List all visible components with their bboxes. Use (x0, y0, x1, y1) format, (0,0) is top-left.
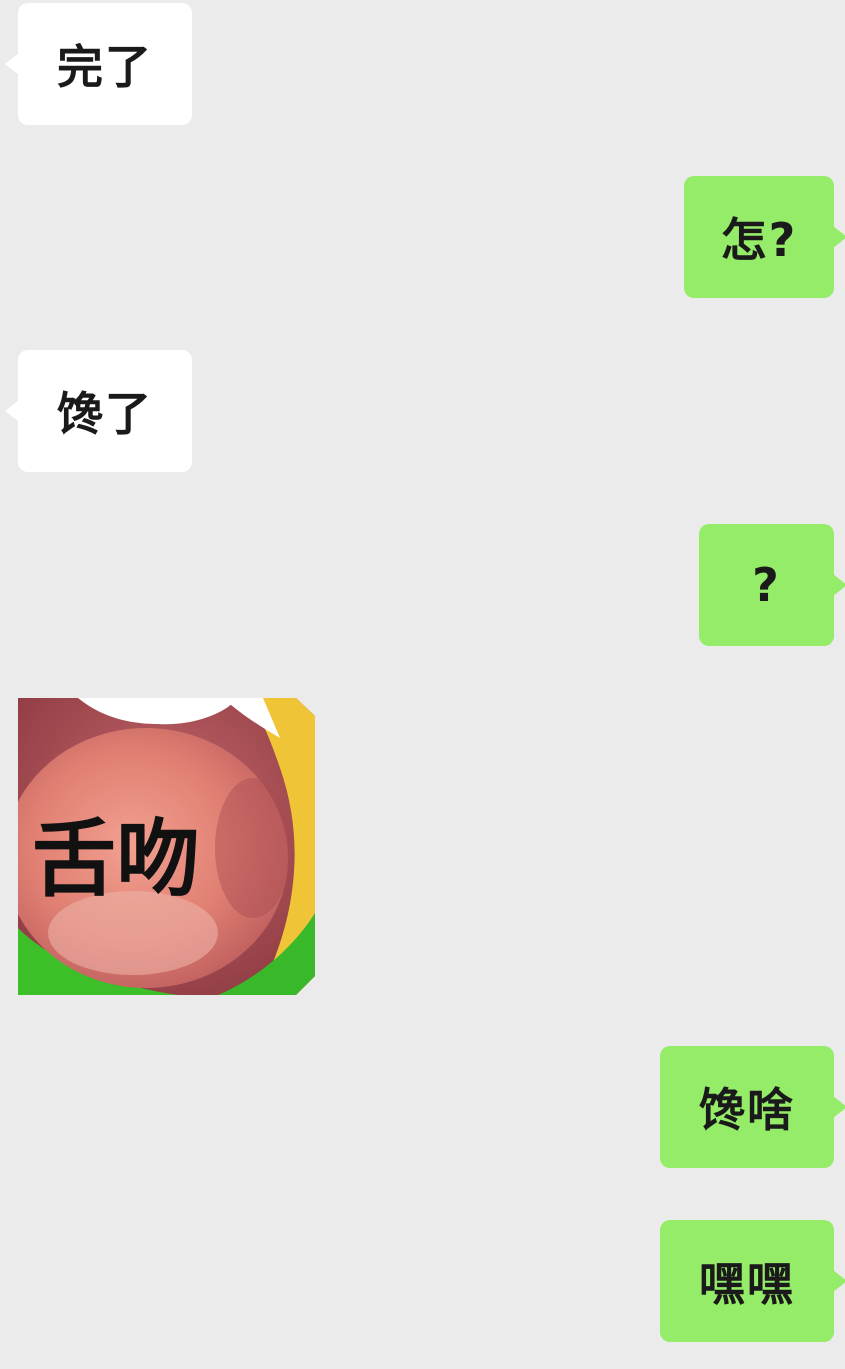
incoming-message-bubble[interactable]: 馋了 (5, 350, 192, 472)
message-text: 馋啥 (699, 1083, 795, 1137)
message-text: 怎? (720, 213, 798, 267)
message-text: 完了 (57, 40, 153, 94)
message-text: 嘿嘿 (699, 1257, 795, 1311)
outgoing-message-bubble[interactable]: 嘿嘿 (660, 1220, 845, 1342)
message-text: 馋了 (57, 387, 153, 441)
incoming-message-bubble[interactable]: 完了 (5, 3, 192, 125)
open-mouth-sticker-graphic: 舌吻 (18, 698, 315, 995)
sticker-caption: 舌吻 (32, 810, 200, 908)
sticker-image[interactable]: 舌吻 (18, 698, 315, 995)
outgoing-message-bubble[interactable]: 怎? (684, 176, 845, 298)
message-text: ? (752, 558, 781, 612)
outgoing-message-bubble[interactable]: ? (699, 524, 845, 646)
outgoing-message-bubble[interactable]: 馋啥 (660, 1046, 845, 1168)
